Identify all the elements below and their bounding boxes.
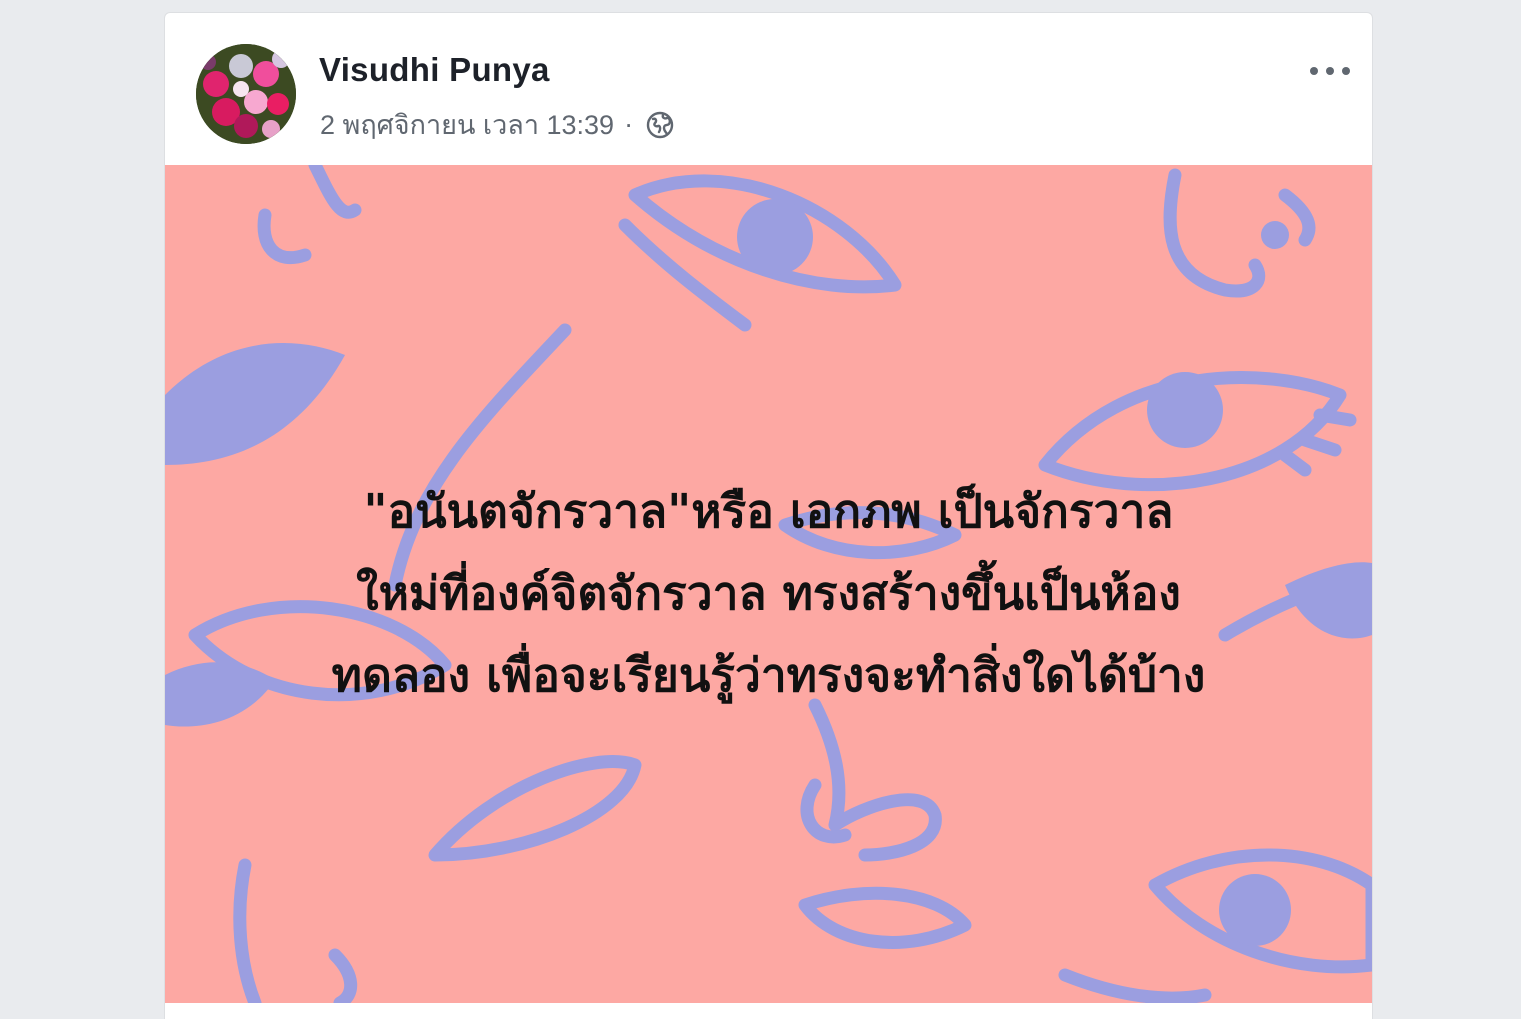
more-options-icon[interactable] (1310, 59, 1350, 83)
avatar[interactable] (196, 44, 296, 144)
author-name[interactable]: Visudhi Punya (319, 51, 550, 89)
more-dot (1342, 67, 1350, 75)
meta-separator: · (624, 109, 634, 139)
post-text-line: "อนันตจักรวาล"หรือ เอกภพ เป็นจักรวาล (363, 484, 1174, 538)
globe-icon[interactable] (645, 110, 675, 140)
post-text-line: ใหม่ที่องค์จิตจักรวาล ทรงสร้างขึ้นเป็นห้… (356, 566, 1181, 620)
post-meta: 2 พฤศจิกายน เวลา 13:39 · (320, 103, 675, 146)
post-text-line: ทดลอง เพื่อจะเรียนรู้ว่าทรงจะทำสิ่งใดได้… (331, 648, 1206, 702)
post-card: Visudhi Punya 2 พฤศจิกายน เวลา 13:39 · "… (164, 12, 1373, 1019)
avatar-flowers-image (196, 44, 296, 144)
more-dot (1326, 67, 1334, 75)
post-image-text: "อนันตจักรวาล"หรือ เอกภพ เป็นจักรวาล ใหม… (205, 470, 1332, 716)
post-header: Visudhi Punya 2 พฤศจิกายน เวลา 13:39 · (165, 13, 1372, 165)
post-image[interactable]: "อนันตจักรวาล"หรือ เอกภพ เป็นจักรวาล ใหม… (165, 165, 1372, 1003)
more-dot (1310, 67, 1318, 75)
post-timestamp[interactable]: 2 พฤศจิกายน เวลา 13:39 (320, 103, 614, 146)
